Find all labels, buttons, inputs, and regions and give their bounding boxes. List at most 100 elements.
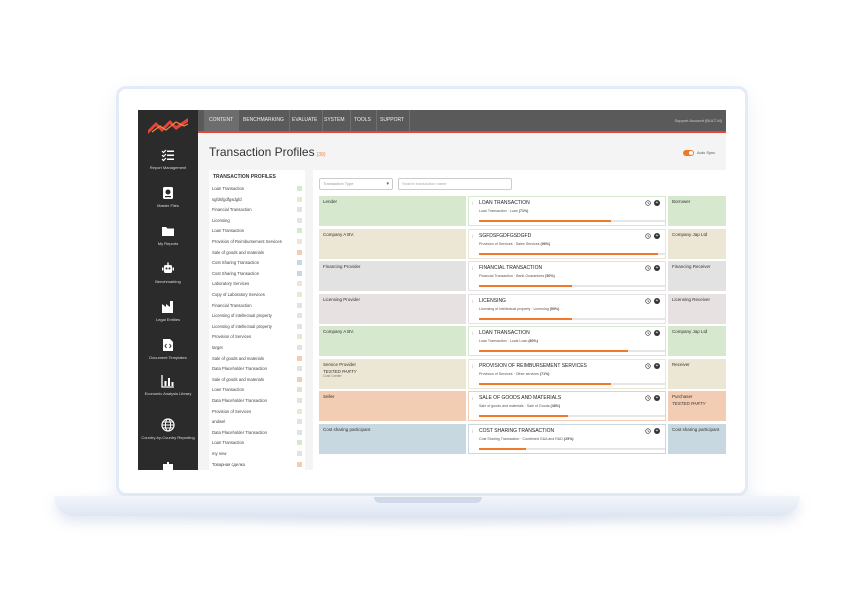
list-item[interactable]: Provision of Services [212,407,302,417]
transaction-card[interactable]: ⁝ LICENSING Licensing of intellectual prop… [468,293,666,324]
history-icon[interactable] [645,297,651,304]
transaction-card[interactable]: ⁝ LOAN TRANSACTION Loan Transaction · Loca… [468,326,666,356]
search-input[interactable]: Search transaction name [398,178,512,190]
left-party-cell[interactable]: Company A BV. [319,228,466,259]
list-item[interactable]: Copy of Laboratory Services [212,290,302,300]
brand-logo[interactable] [146,116,190,134]
sidebar-item-legal-entities[interactable]: Legal Entities [138,300,198,336]
drag-handle-icon[interactable]: ⁝ [472,331,474,337]
list-item[interactable]: my new [212,449,302,459]
list-item[interactable]: Sale of goods and materials [212,354,302,364]
add-icon[interactable]: + [654,395,660,401]
transaction-row[interactable]: Company A BV. ⁝ LOAN TRANSACTION Loan Trans… [319,326,726,356]
transaction-card[interactable]: ⁝ COST SHARING TRANSACTION Cost Sharing Tr… [468,423,666,454]
left-party-cell[interactable]: Licensing Provider [319,293,466,324]
right-party-cell[interactable]: Receiver [668,358,726,389]
list-item[interactable]: Товарная сделка [212,460,302,470]
add-icon[interactable]: + [654,232,660,239]
tab-system[interactable]: SYSTEM [319,110,351,131]
list-item[interactable]: andwel [212,417,302,427]
drag-handle-icon[interactable]: ⁝ [472,266,474,272]
list-item[interactable]: Sale of goods and materials [212,248,302,258]
list-item[interactable]: Financial Transaction [212,301,302,311]
list-item[interactable]: Data Placeholder Transaction [212,428,302,438]
list-item[interactable]: Cost Sharing Transaction [212,258,302,268]
list-item[interactable]: Provision of Reimbursement Services [212,237,302,247]
left-party-cell[interactable]: Service Provider TESTED PARTY Cost Center [319,358,466,389]
transaction-row[interactable]: Cost sharing participant ⁝ COST SHARING TR… [319,423,726,454]
add-icon[interactable]: + [654,200,660,206]
list-item[interactable]: target [212,343,302,353]
history-icon[interactable] [645,330,651,336]
left-party-cell[interactable]: Seller [319,391,466,421]
right-party-cell[interactable]: Licensing Receiver [668,293,726,324]
tab-benchmarking[interactable]: BENCHMARKING [238,110,290,131]
add-icon[interactable]: + [654,297,660,304]
tab-evaluate[interactable]: EVALUATE [287,110,324,131]
list-item[interactable]: Data Placeholder Transaction [212,396,302,406]
history-icon[interactable] [645,265,651,271]
transaction-card[interactable]: ⁝ FINANCIAL TRANSACTION Financial Transact… [468,261,666,291]
drag-handle-icon[interactable]: ⁝ [472,201,474,207]
history-icon[interactable] [645,395,651,401]
transaction-card[interactable]: ⁝ SALE OF GOODS AND MATERIALS Sale of good… [468,391,666,421]
left-party-cell[interactable]: Cost sharing participant [319,423,466,454]
list-item[interactable]: Laboratory Services [212,279,302,289]
sidebar-item-master-files[interactable]: Master Files [138,186,198,222]
right-party-cell[interactable]: Company Jap Ltd [668,326,726,356]
list-item[interactable]: Loan Transaction [212,438,302,448]
tab-support[interactable]: SUPPORT [375,110,411,131]
list-item[interactable]: Financial Transaction [212,205,302,215]
drag-handle-icon[interactable]: ⁝ [472,429,474,435]
history-icon[interactable] [645,427,651,434]
transaction-card[interactable]: ⁝ SGFDSFGDFGSDGFD Provision of Services · … [468,228,666,259]
tab-content[interactable]: CONTENT [204,110,240,131]
history-icon[interactable] [645,200,651,206]
list-item[interactable]: Data Placeholder Transaction [212,364,302,374]
list-item[interactable]: Licensing of intellectual property [212,322,302,332]
sidebar-item-report-management[interactable]: Report Management [138,148,198,184]
transaction-row[interactable]: Service Provider TESTED PARTY Cost Center ⁝… [319,358,726,389]
transaction-row[interactable]: Licensing Provider ⁝ LICENSING Licensing of… [319,293,726,324]
drag-handle-icon[interactable]: ⁝ [472,364,474,370]
transaction-row[interactable]: Company A BV. ⁝ SGFDSFGDFGSDGFD Provision o… [319,228,726,259]
left-party-cell[interactable]: Financing Provider [319,261,466,291]
list-item[interactable]: Loan Transaction [212,385,302,395]
right-party-cell[interactable]: Financing Receiver [668,261,726,291]
list-item[interactable]: sgfdsfgdfgsdgfd [212,195,302,205]
list-item[interactable]: Sale of goods and materials [212,375,302,385]
right-party-cell[interactable]: Cost sharing participant [668,423,726,454]
auto-sync-toggle[interactable] [683,150,694,156]
transaction-card[interactable]: ⁝ PROVISION OF REIMBURSEMENT SERVICES Prov… [468,358,666,389]
sidebar-item-benchmarking[interactable]: Benchmarking [138,262,198,298]
add-icon[interactable]: + [654,362,660,369]
sidebar-item-more[interactable] [138,460,198,470]
drag-handle-icon[interactable]: ⁝ [472,299,474,305]
history-icon[interactable] [645,232,651,239]
left-party-cell[interactable]: Lender [319,196,466,226]
sidebar-item-country-by-country[interactable]: Country-by-Country Reporting [138,418,198,454]
sidebar-item-my-reports[interactable]: My Reports [138,224,198,260]
right-party-cell[interactable]: Company Jap Ltd [668,228,726,259]
right-party-cell[interactable]: Borrower [668,196,726,226]
drag-handle-icon[interactable]: ⁝ [472,396,474,402]
tab-tools[interactable]: TOOLS [349,110,377,131]
list-item[interactable]: Loan Transaction [212,184,302,194]
add-icon[interactable]: + [654,427,660,434]
list-item[interactable]: Loan Transaction [212,226,302,236]
right-party-cell[interactable]: Purchaser TESTED PARTY [668,391,726,421]
account-menu[interactable]: Support Account (BULT-M) [675,110,723,131]
transaction-card[interactable]: ⁝ LOAN TRANSACTION Loan Transaction · Loan… [468,196,666,226]
sidebar-item-economic-analysis-library[interactable]: Economic Analysis Library [138,374,198,410]
transaction-type-select[interactable]: Transaction Type ▾ [319,178,393,190]
transaction-row[interactable]: Financing Provider ⁝ FINANCIAL TRANSACTION… [319,261,726,291]
add-icon[interactable]: + [654,330,660,336]
list-item[interactable]: Licensing [212,216,302,226]
history-icon[interactable] [645,362,651,369]
sidebar-item-document-templates[interactable]: Document Templates [138,338,198,374]
list-item[interactable]: Cost Sharing Transaction [212,269,302,279]
left-party-cell[interactable]: Company A BV. [319,326,466,356]
add-icon[interactable]: + [654,265,660,271]
transaction-row[interactable]: Lender ⁝ LOAN TRANSACTION Loan Transaction … [319,196,726,226]
drag-handle-icon[interactable]: ⁝ [472,234,474,240]
